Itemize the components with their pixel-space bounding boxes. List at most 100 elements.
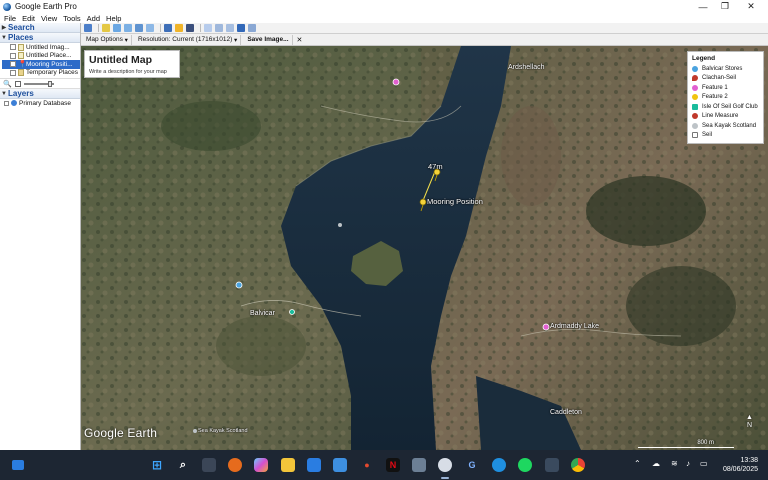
polygon-icon[interactable]	[113, 24, 121, 32]
spotify-icon[interactable]	[518, 458, 532, 472]
legend-item: Isle Of Seil Golf Club	[692, 102, 759, 112]
scale-bar: 800 m	[638, 440, 734, 449]
photos-icon[interactable]	[412, 458, 426, 472]
toggle-icon[interactable]	[14, 80, 21, 87]
balvicar-stores-marker-icon[interactable]	[235, 281, 243, 289]
save-image-button[interactable]: Save Image...	[244, 34, 293, 45]
weather-app-icon[interactable]	[492, 458, 506, 472]
north-label: N	[746, 422, 752, 429]
tree-item-untitled-placemark[interactable]: Untitled Place...	[2, 52, 80, 61]
view-in-maps-icon[interactable]	[248, 24, 256, 32]
tree-item-primary-database[interactable]: Primary Database	[2, 99, 80, 108]
golf-club-marker-icon[interactable]	[289, 309, 295, 315]
feature-1-marker-icon[interactable]	[392, 78, 400, 86]
layers-panel-label: Layers	[8, 89, 34, 98]
pushpin-icon: 📍	[18, 60, 27, 68]
map-view[interactable]	[81, 46, 768, 450]
email-icon[interactable]	[215, 24, 223, 32]
map-options-dropdown[interactable]: Map Options ▾	[83, 34, 132, 45]
save-image-icon[interactable]	[237, 24, 245, 32]
file-explorer-icon[interactable]	[281, 458, 295, 472]
minimize-button[interactable]: —	[692, 0, 714, 13]
image-overlay-icon[interactable]	[135, 24, 143, 32]
copilot-icon[interactable]	[254, 458, 268, 472]
tree-item-untitled-image[interactable]: Untitled Imag...	[2, 43, 80, 52]
google-earth-taskbar-icon[interactable]	[438, 458, 452, 472]
ardmaddy-marker-icon[interactable]	[542, 323, 550, 331]
maps-pin-icon[interactable]: ●	[360, 458, 374, 472]
mail-icon[interactable]	[333, 458, 347, 472]
record-tour-icon[interactable]	[146, 24, 154, 32]
sidebar-toggle-icon[interactable]	[84, 24, 92, 32]
legend-item: Line Measure	[692, 112, 759, 122]
expand-icon[interactable]	[4, 100, 9, 106]
maximize-button[interactable]: ❐	[714, 0, 736, 13]
path-icon[interactable]	[124, 24, 132, 32]
close-save-bar-icon[interactable]: ✕	[297, 36, 303, 44]
tree-item-label: Temporary Places	[26, 69, 79, 77]
clock[interactable]: 13:38 08/06/2025	[716, 456, 758, 474]
layers-panel-header[interactable]: ▼ Layers	[0, 89, 80, 99]
tree-item-mooring-position[interactable]: 📍 Mooring Positi...	[2, 60, 80, 69]
close-button[interactable]: ✕	[740, 0, 762, 13]
volume-icon[interactable]: ♪	[686, 459, 690, 468]
menu-edit[interactable]: Edit	[22, 14, 35, 23]
sidebar: ▶ Search ▼ Places Untitled Imag... Untit…	[0, 23, 81, 450]
garmin-icon[interactable]: G	[465, 458, 479, 472]
planets-icon[interactable]	[186, 24, 194, 32]
firefox-icon[interactable]	[228, 458, 242, 472]
map-description: Write a description for your map	[89, 69, 167, 75]
place-label-caddleton: Caddleton	[550, 409, 582, 416]
cloud-icon[interactable]: ☁	[652, 459, 660, 468]
resolution-dropdown[interactable]: Resolution: Current (1716x1012) ▾	[135, 34, 242, 45]
toolbar	[81, 23, 768, 34]
places-toolbar: 🔍	[0, 78, 80, 89]
collapse-arrow-icon: ▼	[1, 34, 7, 41]
menu-add[interactable]: Add	[87, 14, 100, 23]
checkbox[interactable]	[10, 52, 16, 59]
layers-tree: Primary Database	[0, 99, 80, 108]
mooring-position-label[interactable]: Mooring Position	[427, 197, 483, 206]
search-icon[interactable]: ⌕	[176, 458, 190, 472]
tree-item-temporary-places[interactable]: Temporary Places	[2, 69, 80, 78]
toolbar-divider	[160, 24, 161, 32]
places-panel-header[interactable]: ▼ Places	[0, 33, 80, 43]
menu-file[interactable]: File	[4, 14, 16, 23]
historical-imagery-icon[interactable]	[164, 24, 172, 32]
chrome-icon[interactable]	[571, 458, 585, 472]
map-title-card[interactable]: Untitled Map Write a description for you…	[84, 50, 180, 78]
wifi-icon[interactable]: ≋	[671, 459, 678, 468]
checkbox[interactable]	[10, 44, 16, 51]
sea-kayak-scotland-marker-icon[interactable]	[193, 429, 197, 433]
menu-tools[interactable]: Tools	[63, 14, 81, 23]
task-view-icon[interactable]	[202, 458, 216, 472]
clock-date: 08/06/2025	[722, 466, 758, 473]
checkbox[interactable]	[10, 69, 16, 76]
checkbox[interactable]	[10, 61, 16, 68]
menu-view[interactable]: View	[41, 14, 57, 23]
netflix-icon[interactable]: N	[386, 458, 400, 472]
satellite-imagery[interactable]	[81, 46, 768, 450]
north-arrow-icon[interactable]: ▲ N	[746, 414, 753, 430]
seil-marker-icon	[692, 132, 698, 139]
scale-label: 800 m	[697, 440, 714, 446]
place-label-ardshellach: Ardshellach	[508, 64, 545, 71]
battery-icon[interactable]: ▭	[700, 459, 708, 468]
legend-item-label: Sea Kayak Scotland	[702, 122, 757, 129]
ruler-icon[interactable]	[204, 24, 212, 32]
print-icon[interactable]	[226, 24, 234, 32]
calculator-icon[interactable]	[545, 458, 559, 472]
search-panel-header[interactable]: ▶ Search	[0, 23, 80, 33]
placemark-icon[interactable]	[102, 24, 110, 32]
opacity-slider[interactable]	[23, 80, 54, 87]
widgets-icon[interactable]	[12, 460, 24, 470]
calendar-icon[interactable]	[307, 458, 321, 472]
sea-kayak-marker-icon[interactable]	[338, 223, 342, 227]
tray-chevron-icon[interactable]: ⌃	[634, 459, 641, 468]
distance-label: 47m	[428, 162, 443, 171]
start-icon[interactable]: ⊞	[150, 458, 164, 472]
search-icon[interactable]: 🔍	[3, 80, 12, 88]
sunlight-icon[interactable]	[175, 24, 183, 32]
slider-knob[interactable]	[47, 80, 52, 87]
menu-help[interactable]: Help	[106, 14, 121, 23]
